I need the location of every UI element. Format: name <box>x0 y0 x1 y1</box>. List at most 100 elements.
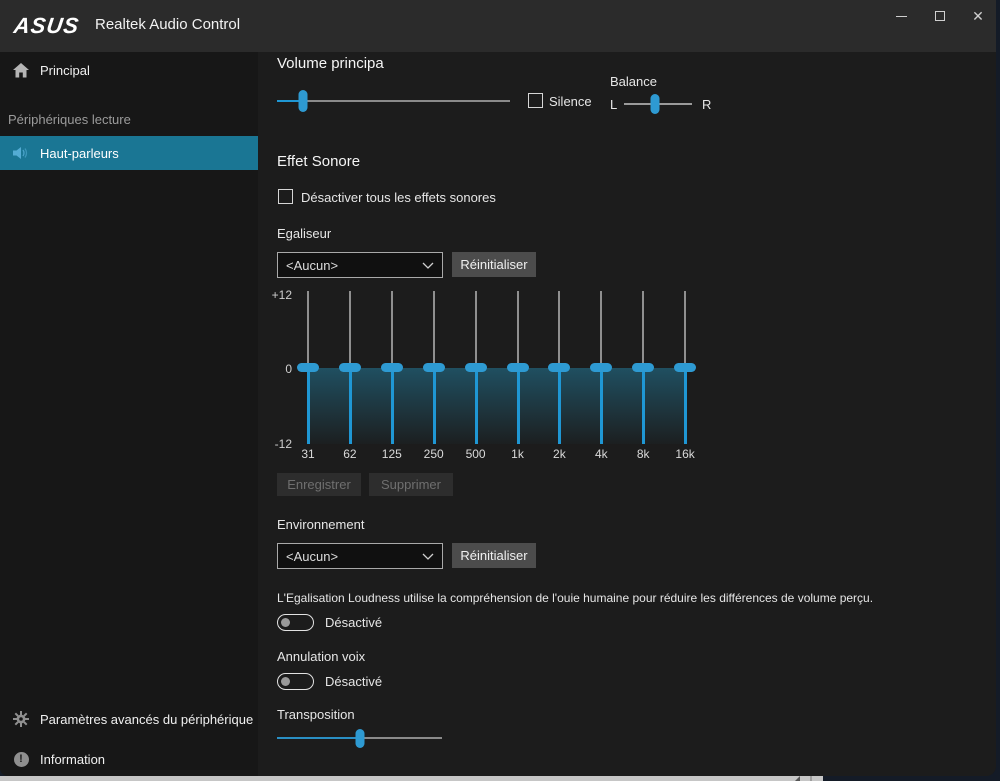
sidebar-selected-label: Haut-parleurs <box>40 146 119 161</box>
close-button[interactable]: ✕ <box>963 2 993 30</box>
voice-cancellation-state-label: Désactivé <box>325 674 382 689</box>
effects-title: Effet Sonore <box>277 153 360 170</box>
eq-band-16k: 16k <box>674 291 696 467</box>
eq-frequency-label: 250 <box>423 447 445 461</box>
eq-track-lower[interactable] <box>391 372 394 444</box>
eq-slider-thumb[interactable] <box>548 363 570 372</box>
main-content: Volume principa Silence Balance L R Effe… <box>258 52 996 776</box>
eq-frequency-label: 8k <box>632 447 654 461</box>
chevron-down-icon <box>422 262 434 269</box>
eq-track-lower[interactable] <box>349 372 352 444</box>
minimize-button[interactable] <box>886 2 916 30</box>
eq-scale-top: +12 <box>258 288 292 302</box>
eq-track-upper[interactable] <box>433 291 435 364</box>
sidebar-item-label: Principal <box>40 63 90 78</box>
eq-slider-thumb[interactable] <box>507 363 529 372</box>
eq-band-2k: 2k <box>548 291 570 467</box>
eq-track-lower[interactable] <box>307 372 310 444</box>
balance-slider[interactable] <box>624 93 692 115</box>
eq-band-250: 250 <box>423 291 445 467</box>
transposition-slider[interactable] <box>277 727 442 749</box>
sidebar-item-haut-parleurs[interactable]: Haut-parleurs <box>0 136 258 170</box>
environment-preset-dropdown[interactable]: <Aucun> <box>277 543 443 569</box>
maximize-icon <box>935 11 945 21</box>
eq-slider-thumb[interactable] <box>423 363 445 372</box>
voice-cancellation-toggle[interactable] <box>277 673 314 690</box>
background-scroll-arrow-icon <box>795 776 800 781</box>
transposition-label: Transposition <box>277 707 355 722</box>
eq-track-lower[interactable] <box>684 372 687 444</box>
equalizer-preset-dropdown[interactable]: <Aucun> <box>277 252 443 278</box>
app-window: ASUS Realtek Audio Control ✕ Principal P… <box>0 0 996 776</box>
transposition-slider-thumb[interactable] <box>355 729 364 748</box>
eq-track-upper[interactable] <box>684 291 686 364</box>
eq-band-62: 62 <box>339 291 361 467</box>
sidebar: Principal Périphériques lecture Haut-par… <box>0 52 258 776</box>
volume-title: Volume principa <box>277 55 384 72</box>
equalizer-label: Egaliseur <box>277 226 331 241</box>
eq-band-4k: 4k <box>590 291 612 467</box>
eq-frequency-label: 4k <box>590 447 612 461</box>
sidebar-item-advanced-settings[interactable]: Paramètres avancés du périphérique <box>0 704 258 734</box>
maximize-button[interactable] <box>925 2 955 30</box>
voice-cancellation-label: Annulation voix <box>277 649 365 664</box>
equalizer-reset-button[interactable]: Réinitialiser <box>452 252 536 277</box>
loudness-state-label: Désactivé <box>325 615 382 630</box>
eq-frequency-label: 31 <box>297 447 319 461</box>
sidebar-section-label: Périphériques lecture <box>8 112 131 127</box>
equalizer-preset-value: <Aucun> <box>286 258 422 273</box>
balance-slider-thumb[interactable] <box>651 94 660 114</box>
environment-label: Environnement <box>277 517 364 532</box>
eq-band-125: 125 <box>381 291 403 467</box>
eq-track-upper[interactable] <box>475 291 477 364</box>
eq-scale-mid: 0 <box>258 362 292 376</box>
disable-effects-checkbox[interactable] <box>278 189 293 204</box>
eq-slider-thumb[interactable] <box>674 363 696 372</box>
eq-track-lower[interactable] <box>433 372 436 444</box>
eq-delete-button[interactable]: Supprimer <box>369 473 453 496</box>
title-bar: ASUS Realtek Audio Control ✕ <box>0 0 996 52</box>
loudness-description: L'Egalisation Loudness utilise la compré… <box>277 591 873 605</box>
eq-frequency-label: 500 <box>465 447 487 461</box>
eq-track-upper[interactable] <box>391 291 393 364</box>
eq-track-lower[interactable] <box>475 372 478 444</box>
eq-slider-thumb[interactable] <box>632 363 654 372</box>
eq-track-lower[interactable] <box>600 372 603 444</box>
environment-reset-button[interactable]: Réinitialiser <box>452 543 536 568</box>
loudness-toggle[interactable] <box>277 614 314 631</box>
sidebar-item-principal[interactable]: Principal <box>0 55 258 85</box>
balance-label: Balance <box>610 74 657 89</box>
sidebar-item-label: Information <box>40 752 105 767</box>
home-icon <box>12 63 30 78</box>
eq-track-upper[interactable] <box>600 291 602 364</box>
eq-track-lower[interactable] <box>558 372 561 444</box>
sidebar-item-information[interactable]: ! Information <box>0 744 258 774</box>
eq-band-8k: 8k <box>632 291 654 467</box>
eq-frequency-label: 1k <box>507 447 529 461</box>
eq-band-31: 31 <box>297 291 319 467</box>
eq-track-upper[interactable] <box>307 291 309 364</box>
volume-slider-track[interactable] <box>277 100 510 102</box>
asus-logo: ASUS <box>12 13 88 39</box>
balance-left-label: L <box>610 97 617 112</box>
eq-scale-bottom: -12 <box>258 437 292 451</box>
toggle-knob <box>281 677 290 686</box>
eq-track-upper[interactable] <box>517 291 519 364</box>
volume-slider-thumb[interactable] <box>298 90 307 112</box>
eq-track-upper[interactable] <box>349 291 351 364</box>
volume-slider[interactable] <box>277 90 510 112</box>
silence-checkbox[interactable] <box>528 93 543 108</box>
eq-slider-thumb[interactable] <box>297 363 319 372</box>
eq-slider-thumb[interactable] <box>465 363 487 372</box>
eq-slider-thumb[interactable] <box>381 363 403 372</box>
eq-track-lower[interactable] <box>517 372 520 444</box>
info-icon: ! <box>12 752 30 767</box>
eq-track-lower[interactable] <box>642 372 645 444</box>
eq-slider-thumb[interactable] <box>339 363 361 372</box>
eq-save-button[interactable]: Enregistrer <box>277 473 361 496</box>
eq-track-upper[interactable] <box>642 291 644 364</box>
eq-frequency-label: 2k <box>548 447 570 461</box>
eq-slider-thumb[interactable] <box>590 363 612 372</box>
eq-track-upper[interactable] <box>558 291 560 364</box>
eq-band-1k: 1k <box>507 291 529 467</box>
